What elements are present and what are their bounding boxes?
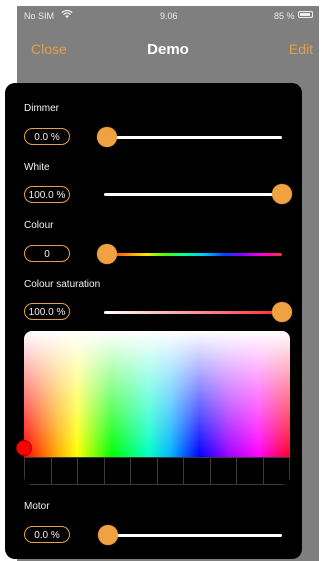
white-label: White: [24, 162, 50, 173]
colour-preset-slot[interactable]: [50, 457, 77, 485]
colour-saturation-value[interactable]: 100.0 %: [24, 303, 70, 320]
battery-icon: [298, 11, 313, 18]
colour-preset-slot[interactable]: [24, 457, 51, 485]
status-bar: No SIM 9.06 85 %: [17, 6, 319, 26]
dimmer-slider-track[interactable]: [107, 136, 282, 139]
colour-saturation-label: Colour saturation: [24, 279, 101, 290]
white-value[interactable]: 100.0 %: [24, 186, 70, 203]
motor-label: Motor: [24, 501, 50, 512]
colour-preset-slot[interactable]: [236, 457, 263, 485]
colour-preset-slot[interactable]: [156, 457, 183, 485]
colour-spectrum[interactable]: [24, 331, 290, 457]
colour-preset-slot[interactable]: [103, 457, 130, 485]
dimmer-value[interactable]: 0.0 %: [24, 128, 70, 145]
colour-picker-marker[interactable]: [16, 440, 32, 456]
colour-preset-row: [24, 457, 290, 485]
dimmer-slider-thumb[interactable]: [97, 127, 117, 147]
colour-preset-slot[interactable]: [130, 457, 157, 485]
wifi-icon: [61, 9, 73, 21]
motor-slider-track[interactable]: [110, 534, 282, 537]
white-slider-thumb[interactable]: [272, 184, 292, 204]
page-title: Demo: [147, 41, 189, 58]
colour-slider-thumb[interactable]: [97, 244, 117, 264]
battery-percent: 85 %: [274, 11, 295, 21]
colour-saturation-slider-thumb[interactable]: [272, 302, 292, 322]
colour-preset-slot[interactable]: [77, 457, 104, 485]
motor-value[interactable]: 0.0 %: [24, 526, 70, 543]
control-sheet: Dimmer 0.0 % White 100.0 % Colour 0 Colo…: [5, 83, 302, 559]
colour-value[interactable]: 0: [24, 245, 70, 262]
colour-preset-slot[interactable]: [183, 457, 210, 485]
carrier-label: No SIM: [24, 11, 55, 21]
colour-label: Colour: [24, 220, 54, 231]
colour-slider-track[interactable]: [107, 253, 282, 256]
colour-saturation-slider-track[interactable]: [104, 311, 282, 314]
dimmer-label: Dimmer: [24, 103, 59, 114]
clock-label: 9.06: [160, 11, 178, 21]
colour-preset-slot[interactable]: [209, 457, 236, 485]
motor-slider-thumb[interactable]: [98, 525, 118, 545]
colour-picker[interactable]: [24, 331, 290, 485]
edit-button[interactable]: Edit: [289, 41, 313, 57]
navigation-bar: Close Demo Edit: [17, 28, 319, 68]
white-slider-track[interactable]: [104, 193, 282, 196]
colour-preset-slot[interactable]: [262, 457, 290, 485]
